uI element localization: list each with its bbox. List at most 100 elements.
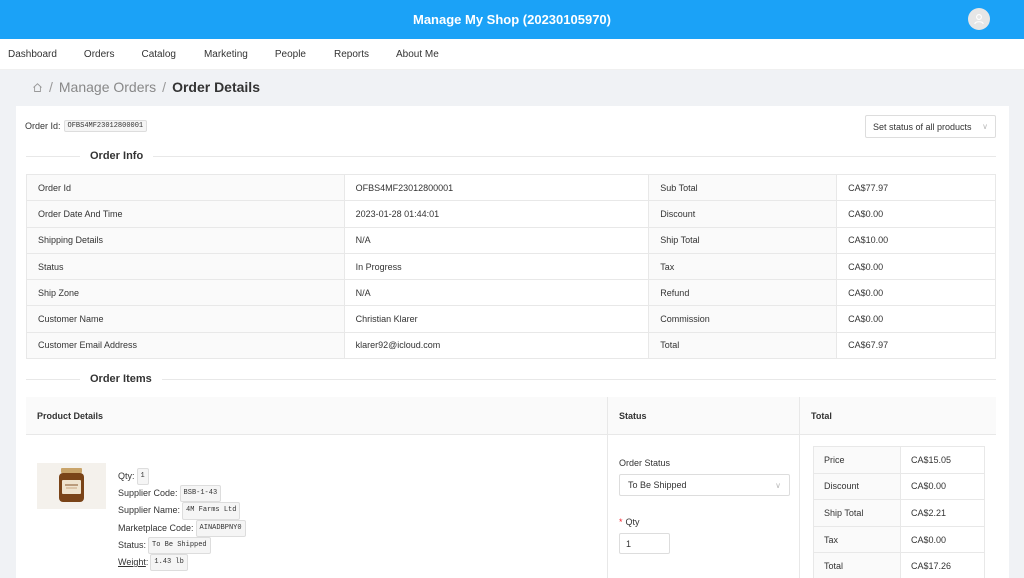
product-details-cell: Qty: 1 Supplier Code: BSB-1-43 Supplier Na… bbox=[26, 435, 608, 578]
table-row: Discount CA$0.00 bbox=[813, 473, 985, 501]
info-label: Total bbox=[648, 331, 837, 360]
nav-marketing[interactable]: Marketing bbox=[204, 49, 248, 60]
info-value: CA$0.00 bbox=[836, 252, 996, 280]
marketplace-code-value: AINADBPNY0 bbox=[195, 519, 246, 537]
total-value: CA$17.26 bbox=[900, 552, 985, 578]
order-items-title: Order Items bbox=[90, 373, 152, 385]
order-id-value: OFBS4MF23012800001 bbox=[63, 120, 148, 132]
weight-label[interactable]: Weight bbox=[118, 556, 146, 569]
info-value: klarer92@icloud.com bbox=[343, 331, 649, 360]
table-row: Customer Name Christian Klarer Commissio… bbox=[26, 305, 996, 333]
order-info-heading: Order Info bbox=[26, 149, 996, 163]
supplier-code-label: Supplier Code: bbox=[118, 488, 178, 499]
breadcrumb-current: Order Details bbox=[172, 79, 260, 95]
info-value: 2023-01-28 01:44:01 bbox=[343, 200, 649, 228]
info-label: Ship Zone bbox=[26, 279, 345, 306]
table-row: Price CA$15.05 bbox=[813, 446, 985, 474]
nav-catalog[interactable]: Catalog bbox=[141, 49, 175, 60]
info-value: In Progress bbox=[343, 252, 649, 280]
product-info: Qty: 1 Supplier Code: BSB-1-43 Supplier Na… bbox=[118, 468, 246, 572]
order-info-table: Order Id OFBS4MF23012800001 Sub Total CA… bbox=[26, 173, 996, 360]
supplier-code-value: BSB-1-43 bbox=[179, 485, 222, 503]
table-row: Shipping Details N/A Ship Total CA$10.00 bbox=[26, 226, 996, 254]
info-label: Shipping Details bbox=[26, 226, 345, 254]
info-label: Sub Total bbox=[648, 173, 837, 201]
info-label: Order Id bbox=[26, 173, 345, 201]
set-status-all-label: Set status of all products bbox=[873, 121, 972, 132]
column-header-status: Status bbox=[608, 397, 800, 434]
table-row: Ship Zone N/A Refund CA$0.00 bbox=[26, 279, 996, 306]
qty-field-label: * Qty bbox=[619, 517, 640, 527]
supplier-name-label: Supplier Name: bbox=[118, 505, 181, 516]
info-value: Christian Klarer bbox=[343, 305, 649, 333]
order-items-header: Product Details Status Total bbox=[26, 397, 996, 435]
total-value: CA$0.00 bbox=[900, 526, 985, 554]
chevron-down-icon: ∨ bbox=[775, 480, 781, 490]
supplier-name-value: 4M Farms Ltd bbox=[182, 502, 241, 520]
info-value: N/A bbox=[343, 226, 649, 254]
nav-about-me[interactable]: About Me bbox=[396, 49, 439, 60]
table-row: Total CA$17.26 bbox=[813, 552, 985, 578]
item-status-label: Status: bbox=[118, 539, 147, 550]
qty-label: Qty: bbox=[118, 471, 135, 481]
order-item-row: Qty: 1 Supplier Code: BSB-1-43 Supplier Na… bbox=[26, 435, 996, 578]
breadcrumb-separator: / bbox=[162, 79, 167, 95]
total-cell: Price CA$15.05 Discount CA$0.00 Ship Total… bbox=[800, 435, 996, 578]
info-label: Refund bbox=[648, 279, 837, 306]
table-row: Order Date And Time 2023-01-28 01:44:01 … bbox=[26, 200, 996, 228]
info-label: Customer Email Address bbox=[26, 331, 345, 360]
user-avatar[interactable] bbox=[968, 8, 990, 30]
total-value: CA$2.21 bbox=[900, 499, 985, 527]
nav-dashboard[interactable]: Dashboard bbox=[8, 49, 57, 60]
order-info-title: Order Info bbox=[90, 150, 144, 162]
order-id-row: Order Id: OFBS4MF23012800001 bbox=[25, 120, 148, 132]
total-label: Discount bbox=[813, 473, 901, 501]
order-items-heading: Order Items bbox=[26, 372, 996, 386]
qty-field-label-text: Qty bbox=[625, 517, 640, 527]
column-header-product-details: Product Details bbox=[26, 397, 608, 434]
set-status-all-dropdown[interactable]: Set status of all products ∨ bbox=[865, 115, 996, 138]
total-label: Tax bbox=[813, 526, 901, 554]
order-status-select[interactable]: To Be Shipped ∨ bbox=[619, 474, 790, 496]
info-value: CA$0.00 bbox=[836, 305, 996, 333]
status-cell: Order Status To Be Shipped ∨ * Qty 1 bbox=[608, 435, 800, 578]
home-icon[interactable] bbox=[32, 82, 43, 93]
info-value: CA$0.00 bbox=[836, 200, 996, 228]
total-value: CA$15.05 bbox=[900, 446, 985, 474]
info-label: Discount bbox=[648, 200, 837, 228]
qty-input[interactable]: 1 bbox=[619, 533, 670, 554]
user-icon bbox=[974, 14, 984, 25]
info-value: CA$77.97 bbox=[836, 173, 996, 201]
qty-input-value: 1 bbox=[626, 538, 632, 549]
app-title: Manage My Shop (20230105970) bbox=[413, 12, 611, 27]
total-label: Price bbox=[813, 446, 901, 474]
table-row: Order Id OFBS4MF23012800001 Sub Total CA… bbox=[26, 173, 996, 201]
breadcrumb-manage-orders[interactable]: Manage Orders bbox=[59, 79, 156, 95]
table-row: Status In Progress Tax CA$0.00 bbox=[26, 252, 996, 280]
order-details-card: Order Id: OFBS4MF23012800001 Set status … bbox=[16, 106, 1009, 578]
table-row: Customer Email Address klarer92@icloud.c… bbox=[26, 331, 996, 360]
chevron-down-icon: ∨ bbox=[982, 122, 988, 131]
order-status-value: To Be Shipped bbox=[628, 480, 687, 490]
table-row: Tax CA$0.00 bbox=[813, 526, 985, 554]
nav-reports[interactable]: Reports bbox=[334, 49, 369, 60]
total-value: CA$0.00 bbox=[900, 473, 985, 501]
total-label: Ship Total bbox=[813, 499, 901, 527]
info-value: N/A bbox=[343, 279, 649, 306]
item-totals-table: Price CA$15.05 Discount CA$0.00 Ship Total… bbox=[813, 446, 985, 578]
item-status-value: To Be Shipped bbox=[148, 536, 211, 555]
product-image bbox=[37, 463, 106, 509]
weight-colon: : bbox=[145, 557, 149, 568]
breadcrumb-separator: / bbox=[49, 79, 53, 95]
info-value: OFBS4MF23012800001 bbox=[343, 173, 649, 201]
info-value: CA$67.97 bbox=[836, 331, 996, 360]
nav-people[interactable]: People bbox=[275, 49, 306, 60]
top-bar: Manage My Shop (20230105970) bbox=[0, 0, 1024, 39]
nav-orders[interactable]: Orders bbox=[84, 49, 115, 60]
info-label: Order Date And Time bbox=[26, 200, 345, 228]
info-value: CA$10.00 bbox=[836, 226, 996, 254]
required-marker: * bbox=[619, 517, 623, 527]
weight-value: 1.43 lb bbox=[150, 554, 188, 572]
qty-value: 1 bbox=[136, 468, 149, 486]
info-label: Ship Total bbox=[648, 226, 837, 254]
